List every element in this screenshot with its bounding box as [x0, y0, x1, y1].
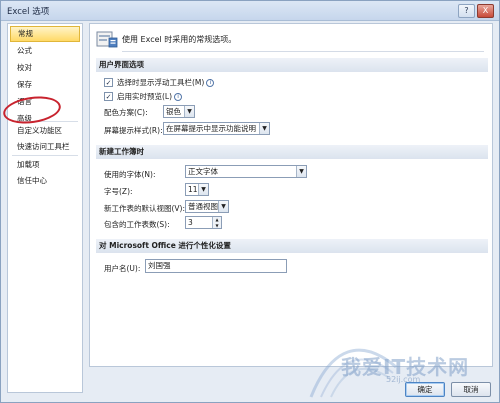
sheet-count-stepper[interactable]: 3 ▲ ▼	[185, 216, 222, 229]
section-new-workbook: 新建工作簿时	[96, 145, 488, 159]
panel-header-text: 使用 Excel 时采用的常规选项。	[122, 35, 237, 44]
spin-down-icon[interactable]: ▼	[212, 222, 221, 228]
live-preview-label-text: 启用实时预览(L)	[117, 92, 173, 101]
sidebar-item-trust-center[interactable]: 信任中心	[10, 173, 80, 189]
tooltip-style-select[interactable]: 在屏幕提示中显示功能说明 ▼	[163, 122, 270, 135]
sidebar: 常规 公式 校对 保存 语言 高级 自定义功能区 快速访问工具栏 加载项 信任中…	[7, 23, 83, 393]
font-size-label: 字号(Z):	[104, 187, 133, 196]
sidebar-divider	[12, 155, 78, 156]
sidebar-item-save[interactable]: 保存	[10, 77, 80, 93]
color-scheme-value: 银色	[166, 107, 181, 116]
info-icon: i	[206, 79, 215, 87]
chevron-down-icon: ▼	[259, 123, 269, 134]
section-ui-options: 用户界面选项	[96, 58, 488, 72]
mini-toolbar-label-text: 选择时显示浮动工具栏(M)	[117, 78, 205, 87]
sheet-count-value: 3	[188, 218, 193, 227]
color-scheme-label: 配色方案(C):	[104, 108, 148, 117]
default-view-label: 新工作表的默认视图(V):	[104, 204, 186, 213]
tooltip-style-label: 屏幕提示样式(R):	[104, 126, 163, 135]
default-view-value: 普通视图	[188, 202, 218, 211]
mini-toolbar-label: 选择时显示浮动工具栏(M) i	[117, 77, 215, 88]
close-button[interactable]: X	[477, 4, 494, 18]
ok-button[interactable]: 确定	[405, 382, 445, 397]
color-scheme-select[interactable]: 银色 ▼	[163, 105, 195, 118]
username-label: 用户名(U):	[104, 264, 141, 273]
font-size-select[interactable]: 11 ▼	[185, 183, 209, 196]
excel-options-dialog: Excel 选项 ? X 常规 公式 校对 保存 语言 高级 自定义功能区 快速…	[0, 0, 500, 403]
font-label: 使用的字体(N):	[104, 170, 156, 179]
username-input[interactable]: 刘国强	[145, 259, 287, 273]
chevron-down-icon: ▼	[296, 166, 306, 177]
info-icon: i	[174, 93, 183, 101]
window-title: Excel 选项	[7, 7, 50, 17]
live-preview-label: 启用实时预览(L) i	[117, 91, 183, 102]
general-options-icon	[96, 31, 118, 48]
tooltip-style-value: 在屏幕提示中显示功能说明	[166, 124, 256, 133]
sidebar-item-customize-ribbon[interactable]: 自定义功能区	[10, 123, 80, 139]
font-size-value: 11	[188, 185, 198, 194]
options-panel: 使用 Excel 时采用的常规选项。 用户界面选项 ✓ 选择时显示浮动工具栏(M…	[89, 23, 493, 367]
watermark-subtext: 52ij.com	[386, 375, 421, 384]
live-preview-checkbox[interactable]: ✓	[104, 92, 113, 101]
sidebar-item-quick-access-toolbar[interactable]: 快速访问工具栏	[10, 139, 80, 155]
help-button[interactable]: ?	[458, 4, 475, 18]
sidebar-item-formulas[interactable]: 公式	[10, 43, 80, 59]
sidebar-item-proofing[interactable]: 校对	[10, 60, 80, 76]
chevron-down-icon: ▼	[218, 201, 228, 212]
chevron-down-icon: ▼	[198, 184, 208, 195]
sheet-count-label: 包含的工作表数(S):	[104, 220, 170, 229]
chevron-down-icon: ▼	[184, 106, 194, 117]
sidebar-item-add-ins[interactable]: 加载项	[10, 157, 80, 173]
header-divider	[122, 51, 484, 52]
mini-toolbar-checkbox[interactable]: ✓	[104, 78, 113, 87]
title-bar: Excel 选项 ? X	[1, 1, 499, 21]
font-select[interactable]: 正文字体 ▼	[185, 165, 307, 178]
cancel-button[interactable]: 取消	[451, 382, 491, 397]
default-view-select[interactable]: 普通视图 ▼	[185, 200, 229, 213]
sidebar-item-general[interactable]: 常规	[10, 26, 80, 42]
section-personalize: 对 Microsoft Office 进行个性化设置	[96, 239, 488, 253]
font-value: 正文字体	[188, 167, 218, 176]
